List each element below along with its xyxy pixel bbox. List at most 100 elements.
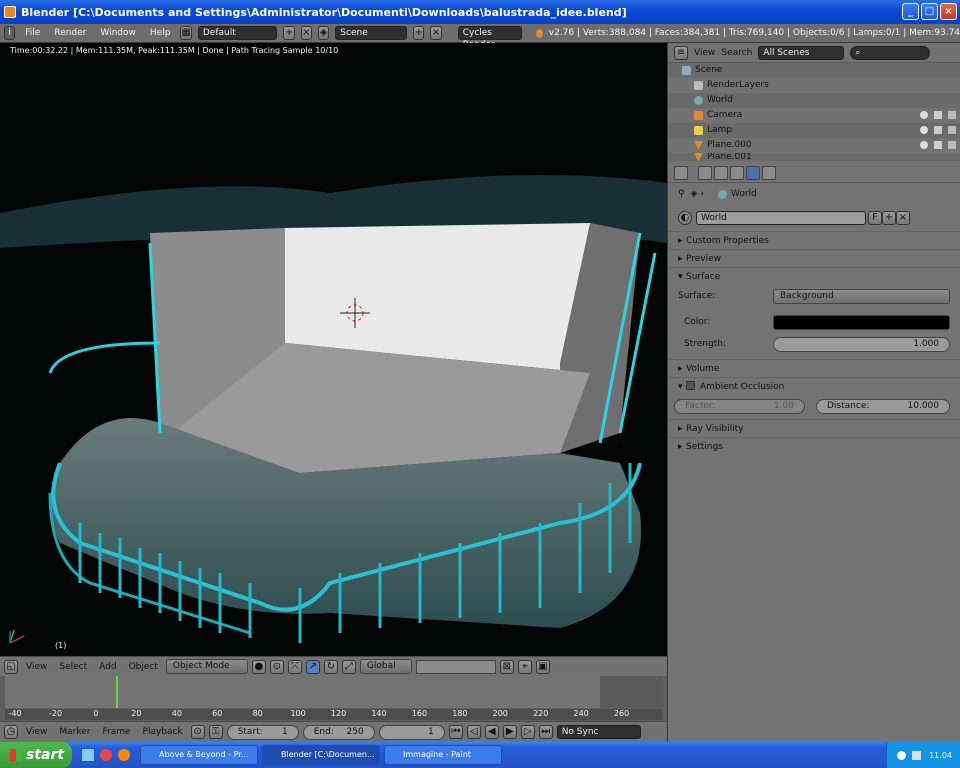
lock-camera-icon[interactable]: ⊠ <box>499 659 514 674</box>
outliner-item-plane-001[interactable]: Plane.001 <box>668 153 960 161</box>
menu-file[interactable]: File <box>21 28 44 38</box>
mode-select[interactable]: Object Mode <box>165 659 248 674</box>
editor-type-outliner-icon[interactable]: ≡ <box>674 45 688 60</box>
ao-distance-field[interactable]: Distance: 10.000 <box>816 398 950 414</box>
outliner-item-plane-000[interactable]: Plane.000 <box>668 138 960 153</box>
pin-icon[interactable]: ⚲ <box>678 189 685 199</box>
viewport-menu-view[interactable]: View <box>22 662 51 672</box>
outliner-item-renderlayers[interactable]: RenderLayers <box>668 78 960 93</box>
world-browse-icon[interactable]: ◐ <box>678 211 692 225</box>
start-frame-field[interactable]: Start: 1 <box>226 724 299 740</box>
maximize-button[interactable]: □ <box>921 3 938 20</box>
translate-icon[interactable]: ↗ <box>305 659 320 674</box>
texture-tab-icon[interactable] <box>762 165 776 180</box>
outliner[interactable]: ≡ View Search All Scenes ⌕ Scene RenderL… <box>667 43 960 163</box>
camera-render-icon[interactable] <box>948 141 956 149</box>
play-icon[interactable]: ▶ <box>502 725 517 739</box>
manipulator-icon[interactable]: ⤧ <box>287 659 302 674</box>
tray-volume-icon[interactable] <box>912 750 922 760</box>
world-name-field[interactable]: World <box>696 211 866 225</box>
editor-type-properties-icon[interactable] <box>674 165 688 180</box>
menu-help[interactable]: Help <box>146 28 175 38</box>
timeline-menu-frame[interactable]: Frame <box>98 727 134 737</box>
rotate-icon[interactable]: ↻ <box>323 659 338 674</box>
current-frame-field[interactable]: 1 <box>378 724 445 740</box>
keying-icon[interactable]: ⚿ <box>208 725 223 739</box>
next-key-icon[interactable]: ▷ <box>520 725 535 739</box>
panel-custom-properties[interactable]: ▸ Custom Properties <box>668 231 960 249</box>
viewport-menu-object[interactable]: Object <box>125 662 162 672</box>
cursor-icon[interactable] <box>934 141 942 149</box>
panel-volume[interactable]: ▸ Volume <box>668 359 960 377</box>
shading-icon[interactable]: ● <box>251 659 266 674</box>
editor-type-icon[interactable]: i <box>4 26 16 40</box>
render-icon[interactable]: ▣ <box>535 659 550 674</box>
properties-editor[interactable]: ⚲ ◈ › World ◐ World F + × ▸ Custom Proper… <box>667 163 960 742</box>
timeline-menu-marker[interactable]: Marker <box>55 727 94 737</box>
camera-render-icon[interactable] <box>948 126 956 134</box>
panel-surface[interactable]: ▾ Surface <box>668 267 960 285</box>
new-world-button[interactable]: + <box>882 211 896 225</box>
playhead[interactable] <box>116 676 118 708</box>
tray-network-icon[interactable] <box>897 750 907 760</box>
jump-start-icon[interactable]: ⏮ <box>448 725 463 739</box>
screen-layout-icon[interactable]: ▦ <box>180 26 192 40</box>
world-tab-icon[interactable] <box>746 165 760 180</box>
render-engine-select[interactable]: Cycles Render <box>457 26 522 50</box>
outliner-search-input[interactable]: ⌕ <box>850 45 931 60</box>
strength-field[interactable]: 1.000 <box>773 336 950 352</box>
add-layout-button[interactable]: + <box>283 26 295 40</box>
render-tab-icon[interactable] <box>698 165 712 180</box>
panel-ambient-occlusion[interactable]: ▾ Ambient Occlusion <box>668 377 960 395</box>
eye-icon[interactable] <box>920 126 928 134</box>
outliner-menu-search[interactable]: Search <box>721 48 752 58</box>
remove-layout-button[interactable]: × <box>300 26 313 40</box>
cursor-icon[interactable] <box>934 126 942 134</box>
start-button[interactable]: start <box>0 742 72 768</box>
layers-grid[interactable] <box>415 659 496 674</box>
outliner-menu-view[interactable]: View <box>694 48 715 58</box>
3d-viewport[interactable]: Time:00:32.22 | Mem:111.35M, Peak:111.35… <box>0 43 667 656</box>
panel-ray-visibility[interactable]: ▸ Ray Visibility <box>668 419 960 437</box>
play-reverse-icon[interactable]: ◀ <box>484 725 499 739</box>
camera-render-icon[interactable] <box>948 111 956 119</box>
panel-settings[interactable]: ▸ Settings <box>668 437 960 455</box>
pivot-icon[interactable]: ⊙ <box>269 659 284 674</box>
prev-key-icon[interactable]: ◁ <box>466 725 481 739</box>
outliner-item-lamp[interactable]: Lamp <box>668 123 960 138</box>
panel-preview[interactable]: ▸ Preview <box>668 249 960 267</box>
screen-layout-field[interactable]: Default <box>197 26 278 40</box>
snap-icon[interactable]: ⌖ <box>517 659 532 674</box>
timeline-menu-playback[interactable]: Playback <box>139 727 187 737</box>
outliner-item-world[interactable]: World <box>668 93 960 108</box>
timeline-editor[interactable]: -40 -20 0 20 40 60 80 100 120 140 160 180 200 220 240 2… <box>0 676 667 721</box>
quicklaunch-desktop-icon[interactable] <box>82 749 94 761</box>
quicklaunch-chrome-icon[interactable] <box>100 749 112 761</box>
outliner-item-camera[interactable]: Camera <box>668 108 960 123</box>
scene-icon[interactable]: ◈ <box>318 26 330 40</box>
outliner-item-scene[interactable]: Scene <box>668 63 960 78</box>
taskbar-item-browser[interactable]: Above & Beyond - Pr... <box>140 745 258 765</box>
viewport-menu-add[interactable]: Add <box>95 662 120 672</box>
timeline-menu-view[interactable]: View <box>22 727 51 737</box>
eye-icon[interactable] <box>920 111 928 119</box>
menu-window[interactable]: Window <box>96 28 140 38</box>
eye-icon[interactable] <box>920 141 928 149</box>
unlink-world-button[interactable]: × <box>896 211 910 225</box>
close-button[interactable]: × <box>940 3 957 20</box>
viewport-menu-select[interactable]: Select <box>55 662 91 672</box>
ao-factor-field[interactable]: Factor: 1.00 <box>674 398 805 414</box>
remove-scene-button[interactable]: × <box>430 26 442 40</box>
editor-type-3dview-icon[interactable]: ◱ <box>4 659 18 674</box>
menu-render[interactable]: Render <box>50 28 90 38</box>
quicklaunch-firefox-icon[interactable] <box>118 749 130 761</box>
fake-user-button[interactable]: F <box>868 211 882 225</box>
world-color-swatch[interactable] <box>773 314 950 330</box>
surface-select[interactable]: Background <box>773 288 950 304</box>
scene-tab-icon[interactable] <box>730 165 744 180</box>
ao-checkbox[interactable] <box>686 381 695 390</box>
outliner-filter-select[interactable]: All Scenes <box>758 45 845 60</box>
scale-icon[interactable]: ⤢ <box>341 659 356 674</box>
end-frame-field[interactable]: End: 250 <box>302 724 375 740</box>
transform-orientation-select[interactable]: Global <box>359 659 412 674</box>
